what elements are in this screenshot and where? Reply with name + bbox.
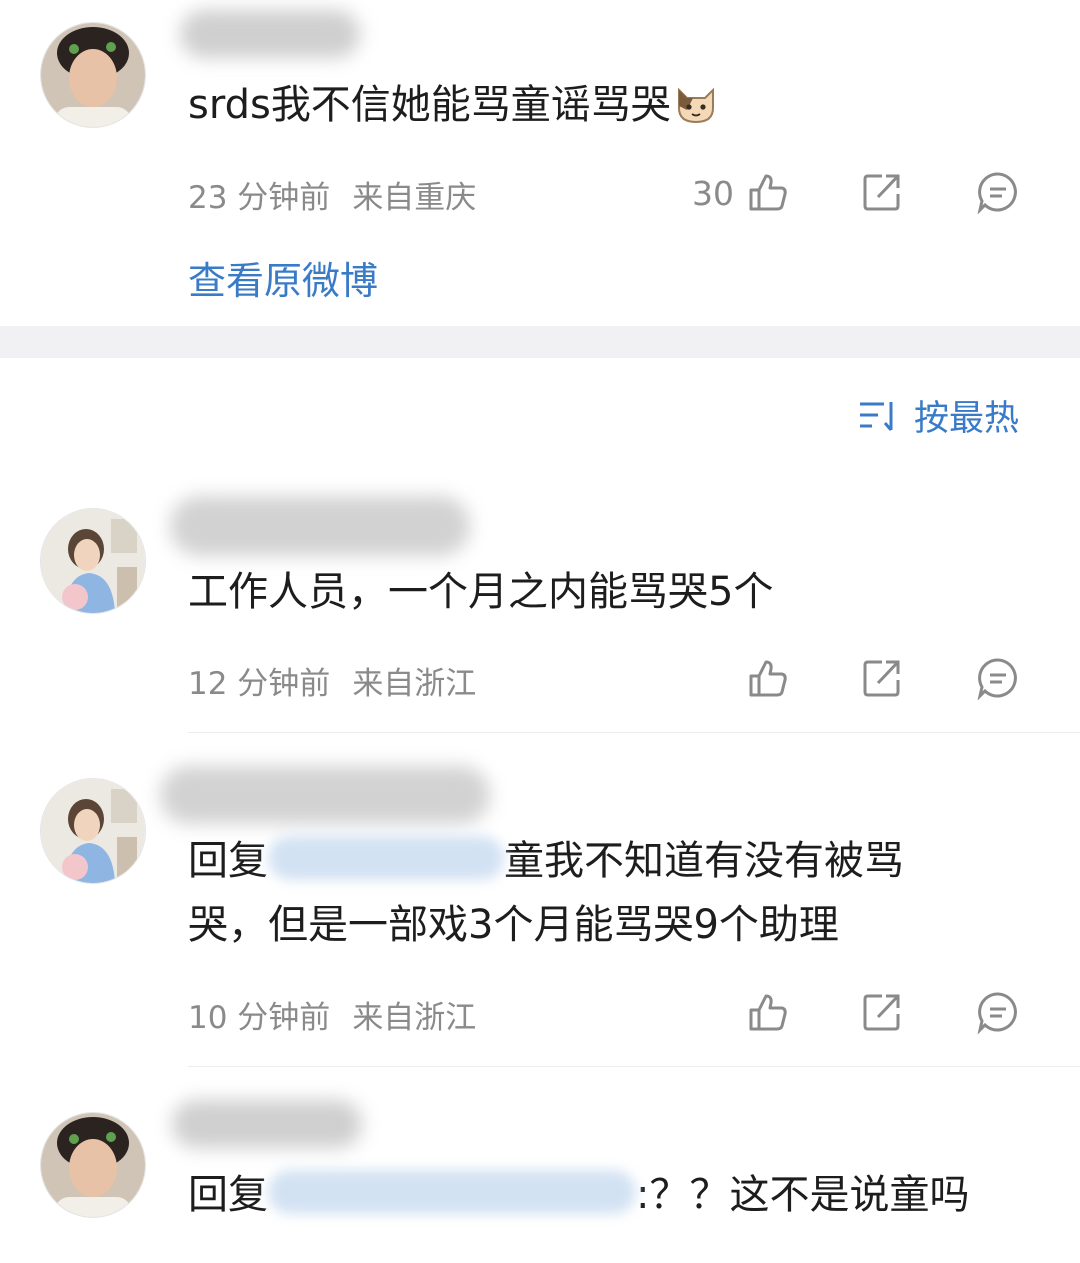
comment-button[interactable] — [976, 990, 1020, 1034]
avatar[interactable] — [40, 508, 146, 614]
location: 来自浙江 — [352, 1000, 477, 1036]
comment-text: 工作人员，一个月之内能骂哭5个 — [188, 569, 774, 615]
comment-icon — [977, 992, 1017, 1034]
comment-text: srds我不信她能骂童谣骂哭 — [188, 76, 719, 142]
section-separator — [0, 326, 1080, 358]
share-icon — [863, 994, 900, 1031]
like-icon — [749, 994, 787, 1031]
mention-redacted[interactable] — [268, 1170, 636, 1214]
location: 来自重庆 — [352, 180, 477, 216]
timestamp: 10 分钟前 — [188, 1000, 331, 1036]
username-redacted — [160, 766, 490, 824]
like-icon — [749, 660, 787, 697]
comment-icon — [977, 658, 1017, 700]
timestamp: 12 分钟前 — [188, 666, 331, 702]
cat-emoji-icon — [673, 80, 719, 142]
avatar[interactable] — [40, 778, 146, 884]
comment-text-continued: 哭，但是一部戏3个月能骂哭9个助理 — [188, 902, 839, 948]
like-icon — [749, 174, 787, 211]
comment-text: 回复:？？这不是说童吗 — [188, 1170, 970, 1218]
share-button[interactable] — [860, 170, 904, 214]
sort-icon — [858, 398, 902, 443]
avatar[interactable] — [40, 1112, 146, 1218]
sort-label: 按最热 — [914, 399, 1020, 439]
like-button[interactable] — [746, 170, 790, 214]
like-count: 30 — [692, 174, 734, 213]
share-button[interactable] — [860, 990, 904, 1034]
comment-meta: 10 分钟前 来自浙江 — [188, 992, 476, 1037]
divider — [188, 1066, 1080, 1067]
divider — [188, 732, 1080, 733]
share-icon — [863, 660, 900, 697]
like-button[interactable] — [746, 990, 790, 1034]
sort-button[interactable]: 按最热 — [858, 390, 1019, 443]
share-button[interactable] — [860, 656, 904, 700]
timestamp: 23 分钟前 — [188, 180, 331, 216]
comment-text: 回复 童我不知道有没有被骂 — [188, 836, 904, 884]
comment-button[interactable] — [976, 170, 1020, 214]
like-button[interactable] — [746, 656, 790, 700]
mention-redacted[interactable] — [268, 836, 504, 880]
reply-prefix: 回复 — [188, 838, 268, 884]
username-redacted — [172, 1100, 362, 1148]
comment-icon — [977, 172, 1017, 214]
comment-meta: 12 分钟前 来自浙江 — [188, 658, 476, 703]
share-icon — [863, 174, 900, 211]
reply-prefix: 回复 — [188, 1172, 268, 1218]
comment-button[interactable] — [976, 656, 1020, 700]
location: 来自浙江 — [352, 666, 477, 702]
username-redacted — [180, 10, 360, 58]
username-redacted — [170, 496, 470, 556]
comment-meta: 23 分钟前 来自重庆 — [188, 172, 476, 217]
avatar[interactable] — [40, 22, 146, 128]
view-original-link[interactable]: 查看原微博 — [188, 250, 378, 305]
